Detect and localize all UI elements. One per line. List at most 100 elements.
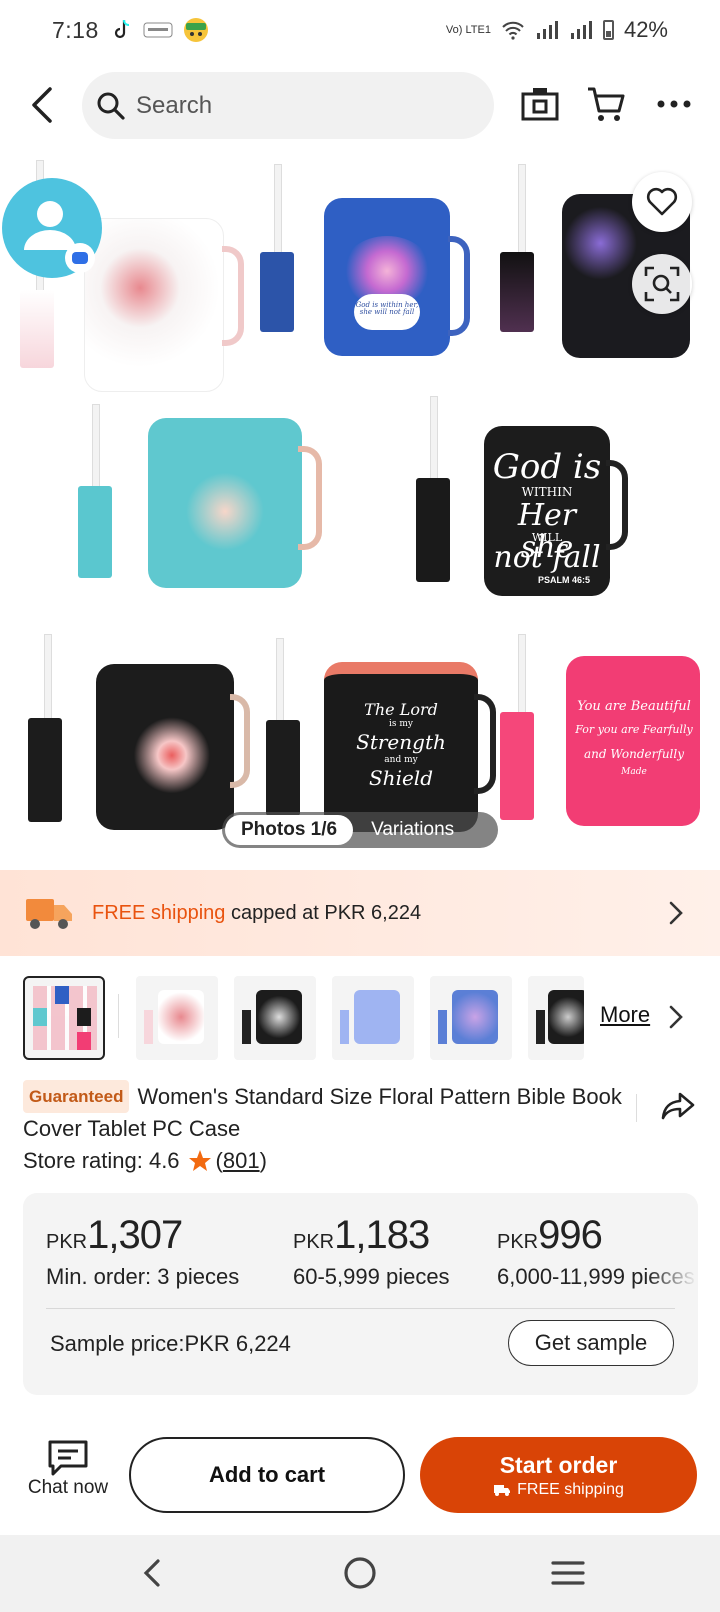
price-tier: PKR1,183 60-5,999 pieces — [293, 1213, 450, 1290]
floral-white-bag — [84, 218, 224, 392]
bookmark — [260, 252, 294, 332]
home-icon — [344, 1557, 376, 1589]
image-search-button[interactable] — [632, 254, 692, 314]
search-icon — [97, 92, 125, 120]
top-bar — [0, 70, 720, 140]
bag-script-line: WITHIN — [521, 485, 573, 499]
bookmark-ribbon — [44, 634, 52, 728]
product-image-gallery[interactable]: God is within her, she will not fall God… — [0, 160, 720, 870]
signal-2-icon — [570, 21, 592, 39]
back-icon — [143, 1559, 160, 1587]
bookmark — [78, 486, 112, 578]
battery-icon — [602, 20, 614, 40]
start-order-sub-label: FREE shipping — [517, 1480, 624, 1498]
rating-count-link[interactable]: 801 — [223, 1148, 260, 1174]
bag-handle — [448, 236, 470, 336]
free-shipping-banner[interactable]: FREE shipping capped at PKR 6,224 — [0, 870, 720, 956]
currency: PKR — [46, 1231, 88, 1253]
chevron-right-icon[interactable] — [668, 1004, 684, 1030]
variation-thumbnails: More — [0, 976, 720, 1062]
bag-verse-text: God is within her, she will not fall — [354, 294, 420, 330]
bookmark-ribbon — [274, 164, 282, 258]
price-tier: PKR996 6,000-11,999 pieces — [497, 1213, 697, 1290]
start-order-subtitle: FREE shipping — [493, 1481, 624, 1499]
status-bar: 7:18 Vo) LTE1 42% — [0, 0, 720, 60]
shipping-cap: capped at PKR 6,224 — [225, 901, 422, 924]
blue-floral-bag: God is within her, she will not fall — [324, 198, 450, 356]
menu-icon — [551, 1561, 585, 1585]
nav-recents-button[interactable] — [546, 1551, 590, 1595]
currency: PKR — [497, 1231, 539, 1253]
black-floral-bag-2 — [96, 664, 234, 830]
store-rating: Store rating: 4.6 (801) — [23, 1148, 267, 1174]
tier-quantity: 60-5,999 pieces — [293, 1264, 450, 1289]
more-dots-icon — [657, 100, 691, 108]
battery-percent: 42% — [623, 17, 668, 42]
price-amount: 1,183 — [334, 1213, 430, 1257]
bag-script-line: and Wonderfully — [584, 747, 684, 761]
status-time: 7:18 — [52, 16, 99, 43]
share-icon — [661, 1092, 695, 1120]
bookmark-ribbon — [92, 404, 100, 494]
shipping-text: FREE shipping capped at PKR 6,224 — [92, 902, 421, 925]
bookmark — [20, 290, 54, 368]
signal-1-icon — [536, 21, 558, 39]
game-app-icon — [183, 18, 208, 42]
add-to-cart-button[interactable]: Add to cart — [129, 1437, 405, 1513]
photos-tab[interactable]: Photos 1/6 — [225, 815, 354, 845]
truck-icon — [494, 1484, 511, 1496]
rating-label: Store rating: 4.6 — [23, 1148, 180, 1173]
black-script-bag: God is WITHIN Her she WILL not fall PSAL… — [484, 426, 610, 596]
teal-floral-bag — [148, 418, 302, 588]
guaranteed-badge: Guaranteed — [23, 1080, 130, 1113]
bag-handle — [222, 246, 244, 346]
status-right: Vo) LTE1 42% — [446, 17, 668, 43]
bag-script-line: Strength — [356, 730, 446, 754]
bookmark — [500, 712, 534, 820]
bookmark — [500, 252, 534, 332]
back-button[interactable] — [18, 80, 68, 130]
thumbnail-variant[interactable] — [528, 976, 584, 1060]
photo-variation-switch[interactable]: Photos 1/6 Variations — [222, 812, 498, 848]
black-strength-bag: The Lord is my Strength and my Shield — [324, 662, 478, 832]
thumb-divider — [118, 994, 119, 1038]
bag-handle — [298, 446, 322, 550]
chat-now-button[interactable]: Chat now — [20, 1439, 116, 1499]
thumbnail-variant[interactable] — [332, 976, 414, 1060]
title-divider — [636, 1094, 637, 1122]
thumbnail-variant[interactable] — [234, 976, 316, 1060]
currency: PKR — [293, 1231, 335, 1253]
bottom-action-bar: Chat now Add to cart Start order FREE sh… — [0, 1425, 720, 1535]
thumbnail-variant[interactable] — [136, 976, 218, 1060]
thumbnail-all[interactable] — [23, 976, 105, 1060]
divider — [46, 1308, 675, 1309]
bag-script-line: is my — [389, 719, 413, 729]
favorite-button[interactable] — [632, 172, 692, 232]
cart-button[interactable] — [582, 80, 630, 128]
nav-back-button[interactable] — [130, 1551, 174, 1595]
price-tiers-card: PKR1,307 Min. order: 3 pieces PKR1,183 6… — [23, 1193, 698, 1395]
notification-icons — [113, 17, 209, 43]
bag-script-line: The Lord — [364, 700, 438, 719]
nav-home-button[interactable] — [338, 1551, 382, 1595]
share-button[interactable] — [660, 1090, 700, 1130]
scan-search-icon — [644, 266, 680, 302]
bag-script-line: For you are Fearfully — [575, 723, 693, 736]
shipping-highlight: FREE shipping — [92, 901, 226, 924]
more-options-button[interactable] — [650, 80, 698, 128]
search-bar[interactable] — [82, 72, 494, 139]
thumbnail-variant[interactable] — [430, 976, 512, 1060]
temu-icon — [143, 22, 173, 38]
get-sample-button[interactable]: Get sample — [508, 1320, 674, 1366]
user-icon — [24, 201, 95, 273]
search-input[interactable] — [136, 91, 456, 120]
bookmark-ribbon — [518, 164, 526, 256]
chevron-right-icon — [669, 901, 683, 925]
bag-script-line: Made — [621, 767, 647, 777]
variations-tab[interactable]: Variations — [353, 819, 472, 841]
camera-search-button[interactable] — [516, 80, 564, 128]
more-variations-link[interactable]: More — [600, 1002, 650, 1028]
bookmark-ribbon — [276, 638, 284, 722]
start-order-button[interactable]: Start order FREE shipping — [420, 1437, 697, 1513]
floating-chat-avatar[interactable] — [2, 178, 102, 278]
